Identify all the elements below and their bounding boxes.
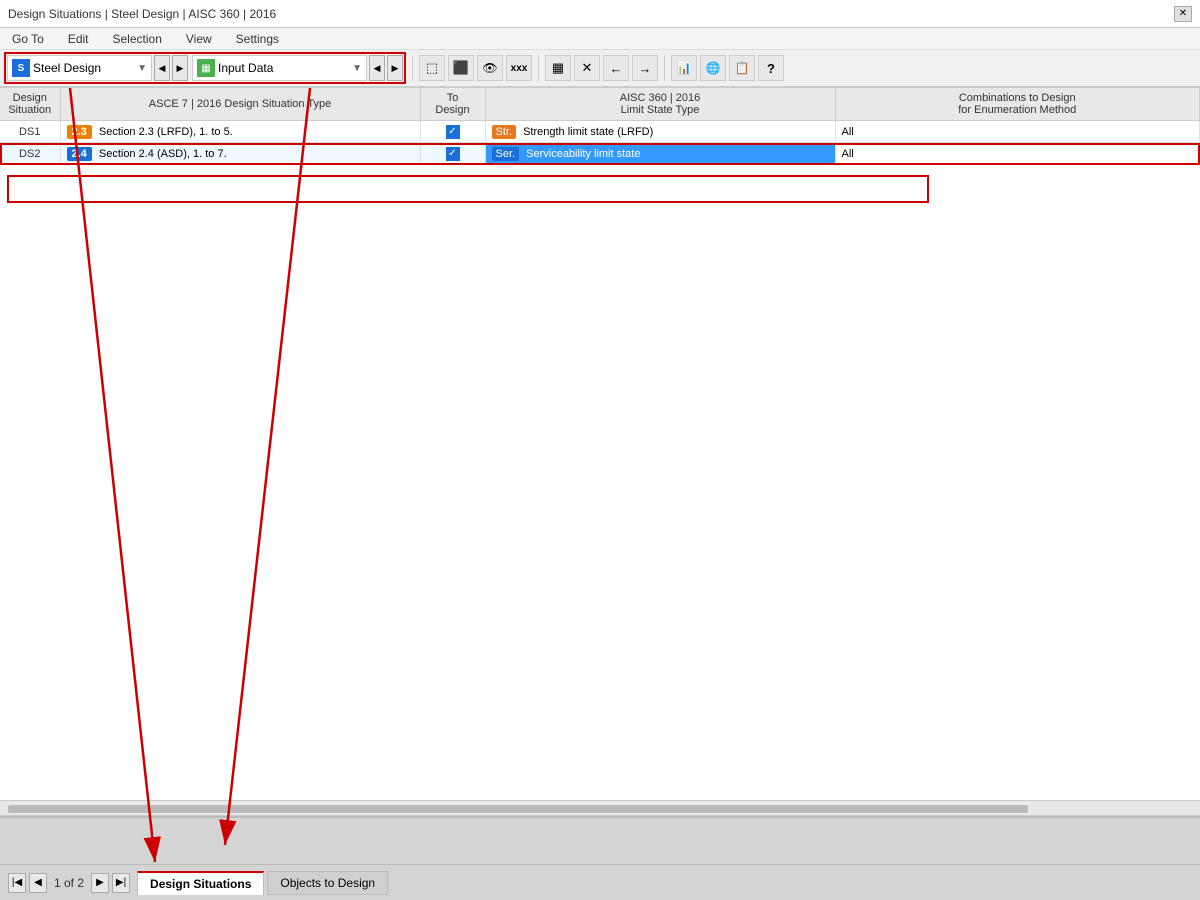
dropdown2-next[interactable]: ▶: [387, 55, 403, 81]
excel-btn[interactable]: 📊: [671, 55, 697, 81]
window-title: Design Situations | Steel Design | AISC …: [8, 7, 276, 21]
print-btn[interactable]: 📋: [729, 55, 755, 81]
ds1-limit-state: Str. Strength limit state (LRFD): [485, 121, 835, 143]
table-row[interactable]: DS1 2.3 Section 2.3 (LRFD), 1. to 5. ✓ S…: [0, 121, 1200, 143]
select-tool-btn[interactable]: ⬚: [419, 55, 445, 81]
tab-design-situations[interactable]: Design Situations: [137, 871, 264, 895]
ds2-checkbox[interactable]: ✓: [420, 143, 485, 165]
ds2-id: DS2: [0, 143, 60, 165]
dropdown1-prev[interactable]: ◀: [154, 55, 170, 81]
design-situations-table: DesignSituation ASCE 7 | 2016 Design Sit…: [0, 88, 1200, 165]
menu-bar: Go To Edit Selection View Settings: [0, 28, 1200, 50]
horizontal-scrollbar[interactable]: [0, 800, 1200, 816]
pointer-tool-btn[interactable]: ⬛: [448, 55, 474, 81]
delete-btn[interactable]: ✕: [574, 55, 600, 81]
scrollbar-thumb: [8, 805, 1028, 813]
page-next-btn[interactable]: ▶: [91, 873, 109, 893]
content-area: S Steel Design ▼ ◀ ▶ ▦ Input Data ▼ ◀ ▶: [0, 50, 1200, 862]
arrow-right-btn[interactable]: →: [632, 55, 658, 81]
toolbar-separator-1: [412, 55, 413, 81]
col-to-design: ToDesign: [420, 88, 485, 121]
toolbar-separator-3: [664, 55, 665, 81]
toolbar-separator-2: [538, 55, 539, 81]
window-controls[interactable]: ✕: [1174, 6, 1192, 22]
title-bar: Design Situations | Steel Design | AISC …: [0, 0, 1200, 28]
ds1-checkbox[interactable]: ✓: [420, 121, 485, 143]
toolbar-highlighted-group: S Steel Design ▼ ◀ ▶ ▦ Input Data ▼ ◀ ▶: [4, 52, 406, 84]
tab-bar: |◀ ◀ 1 of 2 ▶ ▶| Design Situations Objec…: [0, 864, 1200, 900]
steel-design-label: Steel Design: [33, 61, 134, 75]
view-btn[interactable]: 👁: [477, 55, 503, 81]
ds1-combinations: All: [835, 121, 1200, 143]
ds1-type: 2.3 Section 2.3 (LRFD), 1. to 5.: [60, 121, 420, 143]
input-data-icon: ▦: [197, 59, 215, 77]
web-btn[interactable]: 🌐: [700, 55, 726, 81]
menu-selection[interactable]: Selection: [109, 31, 166, 47]
input-data-dropdown[interactable]: ▦ Input Data ▼: [192, 55, 367, 81]
page-indicator: 1 of 2: [50, 876, 88, 890]
values-btn[interactable]: xxx: [506, 55, 532, 81]
menu-edit[interactable]: Edit: [64, 31, 93, 47]
menu-settings[interactable]: Settings: [232, 31, 283, 47]
steel-design-dropdown[interactable]: S Steel Design ▼: [7, 55, 152, 81]
toolbar: S Steel Design ▼ ◀ ▶ ▦ Input Data ▼ ◀ ▶: [0, 50, 1200, 88]
col-combinations: Combinations to Designfor Enumeration Me…: [835, 88, 1200, 121]
input-data-label: Input Data: [218, 61, 349, 75]
page-prev-btn[interactable]: ◀: [29, 873, 47, 893]
col-design-situation: DesignSituation: [0, 88, 60, 121]
grid-btn[interactable]: ▦: [545, 55, 571, 81]
page-first-btn[interactable]: |◀: [8, 873, 26, 893]
ds2-type: 2.4 Section 2.4 (ASD), 1. to 7.: [60, 143, 420, 165]
input-data-arrow: ▼: [352, 63, 362, 74]
col-asce-type: ASCE 7 | 2016 Design Situation Type: [60, 88, 420, 121]
table-row[interactable]: DS2 2.4 Section 2.4 (ASD), 1. to 7. ✓ Se…: [0, 143, 1200, 165]
page-last-btn[interactable]: ▶|: [112, 873, 130, 893]
table-wrapper: DesignSituation ASCE 7 | 2016 Design Sit…: [0, 88, 1200, 862]
tab-objects-to-design[interactable]: Objects to Design: [267, 871, 388, 895]
ds1-id: DS1: [0, 121, 60, 143]
dropdown1-next[interactable]: ▶: [172, 55, 188, 81]
menu-view[interactable]: View: [182, 31, 216, 47]
menu-goto[interactable]: Go To: [8, 31, 48, 47]
arrow-left-btn[interactable]: ←: [603, 55, 629, 81]
status-bar: [0, 816, 1200, 864]
table-header-row: DesignSituation ASCE 7 | 2016 Design Sit…: [0, 88, 1200, 121]
close-button[interactable]: ✕: [1174, 6, 1192, 22]
dropdown2-prev[interactable]: ◀: [369, 55, 385, 81]
steel-design-arrow: ▼: [137, 63, 147, 74]
help-btn[interactable]: ?: [758, 55, 784, 81]
ds2-limit-state: Ser. Serviceability limit state: [485, 143, 835, 165]
col-limit-state: AISC 360 | 2016Limit State Type: [485, 88, 835, 121]
ds2-combinations: All: [835, 143, 1200, 165]
table-body: DS1 2.3 Section 2.3 (LRFD), 1. to 5. ✓ S…: [0, 121, 1200, 165]
steel-design-icon: S: [12, 59, 30, 77]
